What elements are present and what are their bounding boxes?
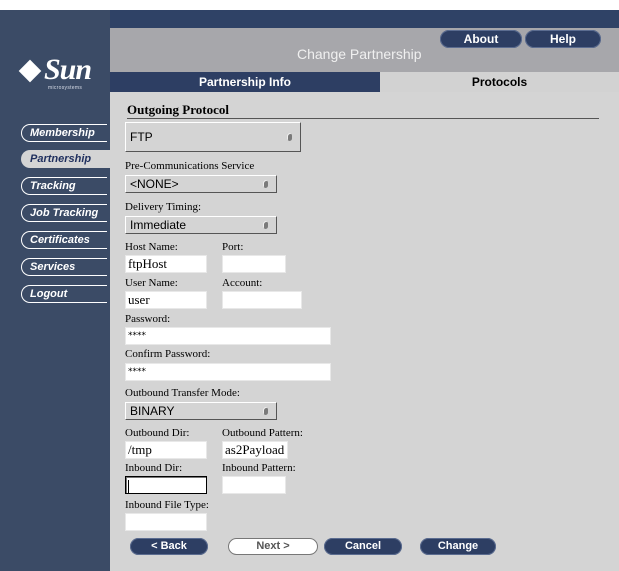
pre-comm-select-value: <NONE> xyxy=(130,177,179,191)
help-button[interactable]: Help xyxy=(525,30,601,48)
protocol-select-value: FTP xyxy=(130,130,153,144)
sidebar-item-partnership[interactable]: Partnership xyxy=(21,150,110,168)
account-input[interactable] xyxy=(222,291,302,309)
change-button[interactable]: Change xyxy=(420,538,496,555)
sidebar-item-certificates[interactable]: Certificates xyxy=(21,231,107,249)
delivery-timing-label: Delivery Timing: xyxy=(125,201,202,213)
pre-comm-label: Pre-Communications Service xyxy=(125,160,255,172)
pre-comm-select[interactable]: <NONE> xyxy=(125,175,277,193)
logo-subtext: microsystems xyxy=(48,85,83,91)
transfer-mode-label: Outbound Transfer Mode: xyxy=(125,387,240,399)
outbound-pattern-label: Outbound Pattern: xyxy=(222,427,303,439)
text-caret xyxy=(128,479,129,493)
host-name-input[interactable]: ftpHost xyxy=(125,255,207,273)
sidebar-item-tracking[interactable]: Tracking xyxy=(21,177,107,195)
transfer-mode-value: BINARY xyxy=(130,404,175,418)
dropdown-knob-icon xyxy=(263,221,268,229)
confirm-password-label: Confirm Password: xyxy=(125,348,211,360)
dropdown-knob-icon xyxy=(263,407,268,415)
outbound-pattern-input[interactable]: as2Payload xyxy=(222,441,288,459)
account-label: Account: xyxy=(222,277,263,289)
dropdown-knob-icon xyxy=(263,180,268,188)
inbound-pattern-input[interactable] xyxy=(222,476,286,494)
inbound-pattern-label: Inbound Pattern: xyxy=(222,462,296,474)
confirm-password-input[interactable]: **** xyxy=(125,363,331,381)
inbound-file-type-input[interactable] xyxy=(125,513,207,531)
user-name-input[interactable]: user xyxy=(125,291,207,309)
logo-brand: Sun xyxy=(44,53,92,86)
next-button[interactable]: Next > xyxy=(228,538,318,555)
inbound-dir-label: Inbound Dir: xyxy=(125,462,183,474)
sidebar-item-membership[interactable]: Membership xyxy=(21,124,107,142)
transfer-mode-select[interactable]: BINARY xyxy=(125,402,277,420)
inbound-file-type-label: Inbound File Type: xyxy=(125,499,209,511)
outbound-dir-input[interactable]: /tmp xyxy=(125,441,207,459)
section-divider xyxy=(127,118,599,119)
delivery-timing-value: Immediate xyxy=(130,218,187,232)
tab-protocols[interactable]: Protocols xyxy=(380,72,619,92)
port-label: Port: xyxy=(222,241,244,253)
sidebar-item-job-tracking[interactable]: Job Tracking xyxy=(21,204,107,222)
back-button[interactable]: < Back xyxy=(130,538,208,555)
inbound-dir-input[interactable] xyxy=(125,476,207,494)
page-title: Change Partnership xyxy=(297,46,422,62)
password-input[interactable]: **** xyxy=(125,327,331,345)
dropdown-knob-icon xyxy=(287,133,292,141)
cancel-button[interactable]: Cancel xyxy=(324,538,402,555)
sun-diamond-icon xyxy=(18,59,42,83)
section-title: Outgoing Protocol xyxy=(127,102,229,117)
delivery-timing-select[interactable]: Immediate xyxy=(125,216,277,234)
host-name-label: Host Name: xyxy=(125,241,178,253)
top-bar xyxy=(110,10,619,28)
sidebar-item-services[interactable]: Services xyxy=(21,258,107,276)
sun-logo: Sun microsystems xyxy=(18,53,102,95)
tab-partnership-info[interactable]: Partnership Info xyxy=(110,72,380,92)
user-name-label: User Name: xyxy=(125,277,178,289)
about-button[interactable]: About xyxy=(440,30,522,48)
sidebar-item-logout[interactable]: Logout xyxy=(21,285,107,303)
protocol-select[interactable]: FTP xyxy=(125,122,301,152)
outbound-dir-label: Outbound Dir: xyxy=(125,427,190,439)
password-label: Password: xyxy=(125,313,171,325)
port-input[interactable] xyxy=(222,255,286,273)
